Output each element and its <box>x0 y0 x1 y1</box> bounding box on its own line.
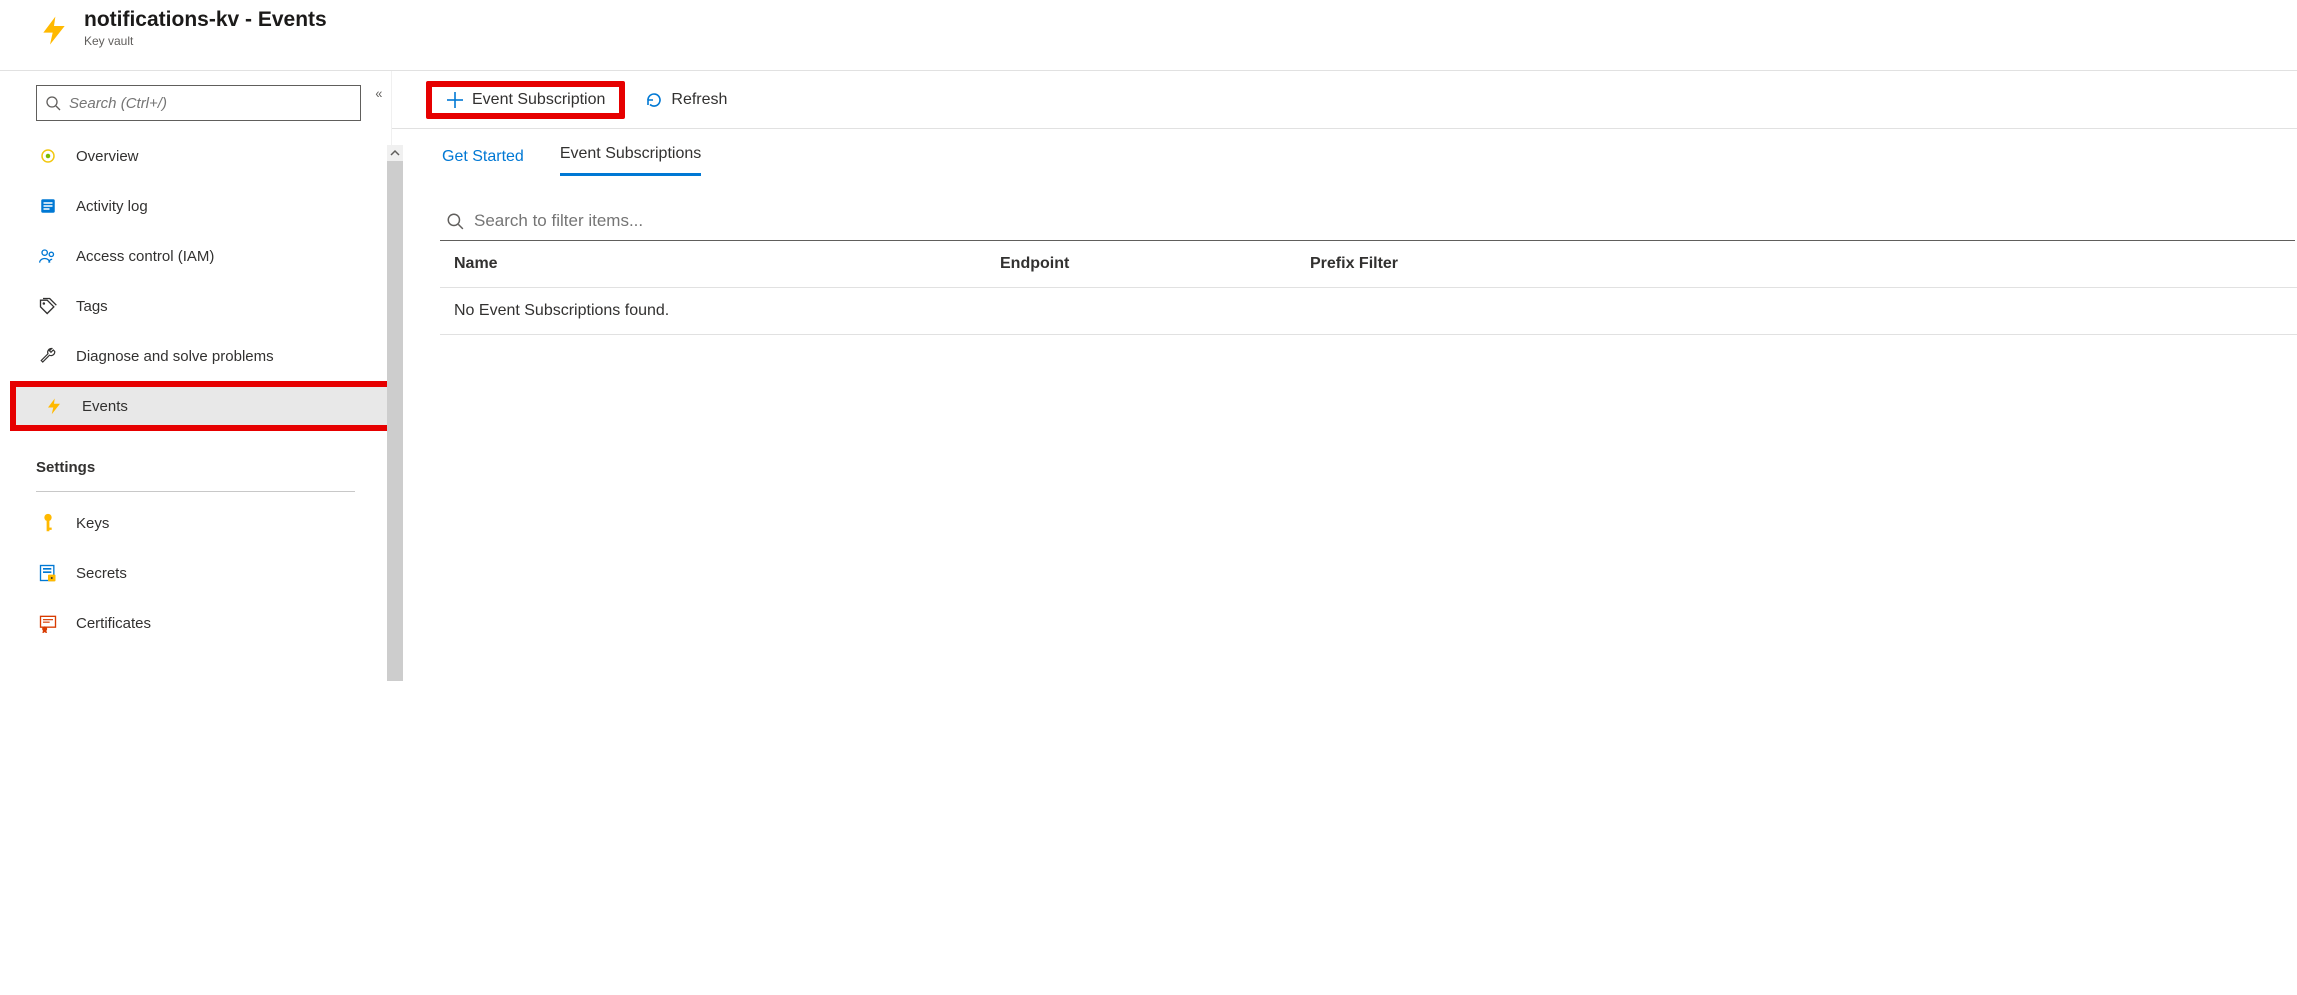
sidebar-item-access-control[interactable]: Access control (IAM) <box>0 231 391 281</box>
sidebar-search[interactable] <box>36 85 361 121</box>
plus-icon <box>446 91 464 109</box>
tags-icon <box>36 294 60 318</box>
sidebar-nav: Overview Activity log Access control (IA… <box>0 131 391 660</box>
collapse-sidebar-icon[interactable]: « <box>375 85 382 101</box>
event-subscription-button[interactable]: Event Subscription <box>426 81 625 119</box>
page-header: notifications-kv - Events Key vault <box>0 0 2297 71</box>
sidebar-item-label: Diagnose and solve problems <box>76 348 274 365</box>
sidebar-item-label: Certificates <box>76 615 151 632</box>
sidebar-item-label: Secrets <box>76 565 127 582</box>
tab-event-subscriptions[interactable]: Event Subscriptions <box>560 145 701 176</box>
resource-type: Key vault <box>84 34 327 48</box>
search-icon <box>446 212 464 230</box>
sidebar-item-label: Access control (IAM) <box>76 248 214 265</box>
bolt-icon <box>42 394 66 418</box>
filter-input[interactable] <box>474 211 2289 231</box>
content-area: Event Subscription Refresh Get Started E… <box>392 71 2297 660</box>
sidebar-item-events[interactable]: Events <box>10 381 391 431</box>
activity-log-icon <box>36 194 60 218</box>
refresh-button[interactable]: Refresh <box>635 85 737 115</box>
sidebar-item-label: Events <box>82 398 128 415</box>
sidebar-search-input[interactable] <box>69 95 352 112</box>
wrench-icon <box>36 344 60 368</box>
sidebar-item-activity-log[interactable]: Activity log <box>0 181 391 231</box>
sidebar-section-settings: Settings <box>0 447 391 487</box>
certificate-icon <box>36 611 60 635</box>
col-prefix[interactable]: Prefix Filter <box>1310 255 2297 273</box>
sidebar-item-tags[interactable]: Tags <box>0 281 391 331</box>
bolt-icon <box>36 12 72 48</box>
col-endpoint[interactable]: Endpoint <box>1000 255 1310 273</box>
empty-message: No Event Subscriptions found. <box>440 288 2297 335</box>
secrets-icon <box>36 561 60 585</box>
sidebar-item-secrets[interactable]: Secrets <box>0 548 391 598</box>
sidebar-item-certificates[interactable]: Certificates <box>0 598 391 648</box>
filter-search[interactable] <box>440 201 2295 241</box>
toolbar-label: Refresh <box>671 91 727 109</box>
search-icon <box>45 95 61 111</box>
overview-icon <box>36 144 60 168</box>
tab-get-started[interactable]: Get Started <box>442 148 524 176</box>
sidebar-item-label: Tags <box>76 298 108 315</box>
divider <box>36 491 355 492</box>
tabs: Get Started Event Subscriptions <box>392 129 2297 177</box>
sidebar-item-label: Activity log <box>76 198 148 215</box>
subscriptions-table: Name Endpoint Prefix Filter No Event Sub… <box>392 241 2297 335</box>
sidebar-item-diagnose[interactable]: Diagnose and solve problems <box>0 331 391 381</box>
people-icon <box>36 244 60 268</box>
sidebar-item-keys[interactable]: Keys <box>0 498 391 548</box>
sidebar-item-label: Overview <box>76 148 139 165</box>
refresh-icon <box>645 91 663 109</box>
table-header: Name Endpoint Prefix Filter <box>440 241 2297 288</box>
toolbar: Event Subscription Refresh <box>392 71 2297 129</box>
key-icon <box>36 511 60 535</box>
col-name[interactable]: Name <box>440 255 1000 273</box>
sidebar: « Overview Activity log Access co <box>0 71 392 660</box>
sidebar-item-label: Keys <box>76 515 109 532</box>
page-title: notifications-kv - Events <box>84 8 327 32</box>
toolbar-label: Event Subscription <box>472 91 605 109</box>
sidebar-item-overview[interactable]: Overview <box>0 131 391 181</box>
